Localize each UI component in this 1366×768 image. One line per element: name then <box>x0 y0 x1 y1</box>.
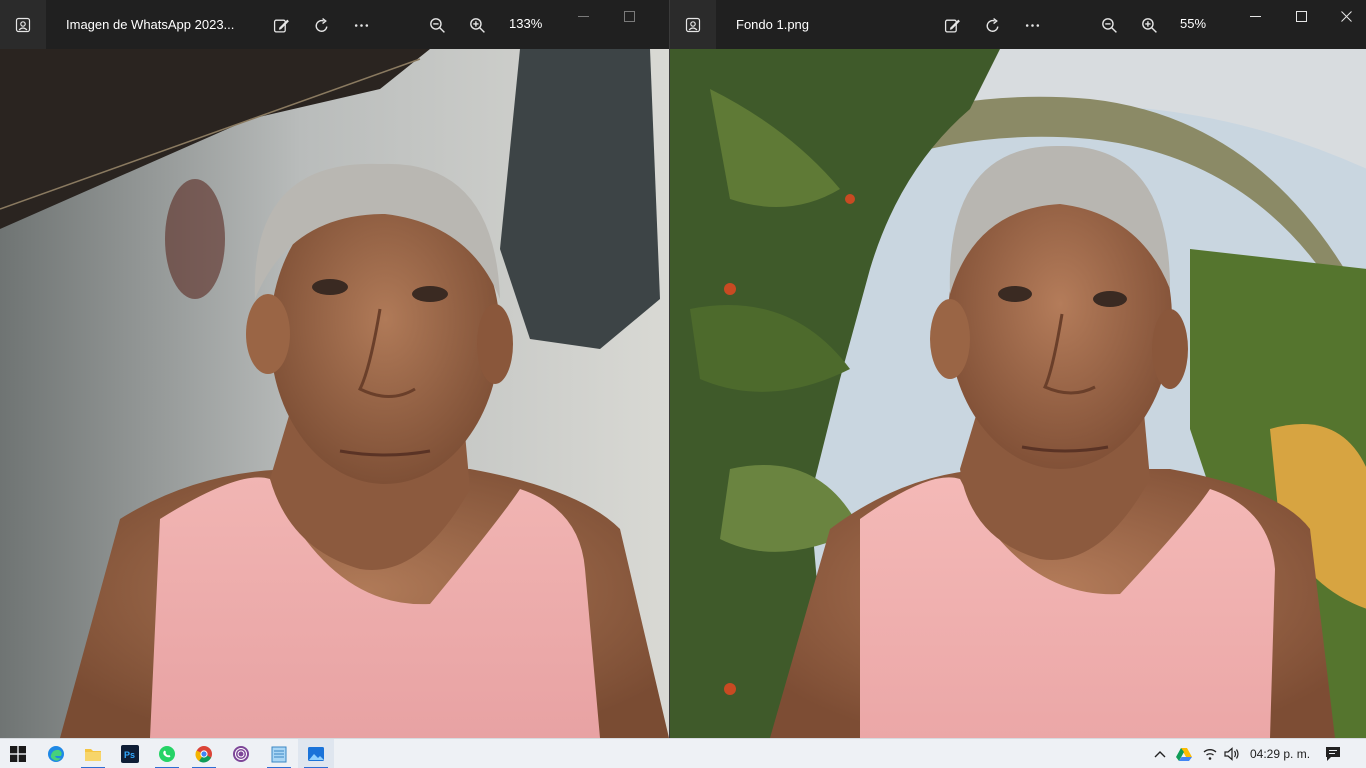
photo-viewer-window-right: Fondo 1.png 55% <box>669 0 1366 738</box>
google-drive-icon[interactable] <box>1173 739 1195 768</box>
image-icon <box>0 0 46 49</box>
zoom-in-icon[interactable] <box>1136 12 1162 38</box>
volume-icon[interactable] <box>1221 739 1243 768</box>
rotate-icon[interactable] <box>308 12 334 38</box>
more-icon[interactable] <box>348 12 374 38</box>
rotate-icon[interactable] <box>979 12 1005 38</box>
maximize-button[interactable] <box>606 0 652 33</box>
image-canvas <box>0 49 669 738</box>
photos-icon[interactable] <box>298 739 334 768</box>
whatsapp-icon[interactable] <box>149 739 185 768</box>
window-title: Imagen de WhatsApp 2023... <box>66 17 235 32</box>
window-title: Fondo 1.png <box>736 17 810 32</box>
tor-browser-icon[interactable] <box>223 739 259 768</box>
edit-icon[interactable] <box>939 12 965 38</box>
portrait-photo-composite <box>670 49 1366 738</box>
zoom-out-icon[interactable] <box>1096 12 1122 38</box>
maximize-button[interactable] <box>1278 0 1324 33</box>
system-clock[interactable]: 04:29 p. m. <box>1250 747 1310 761</box>
portrait-photo-original <box>0 49 669 738</box>
chrome-icon[interactable] <box>186 739 222 768</box>
file-explorer-icon[interactable] <box>75 739 111 768</box>
photo-viewer-window-left: Imagen de WhatsApp 2023... 133% <box>0 0 669 738</box>
zoom-level[interactable]: 133% <box>509 16 542 31</box>
notification-icon[interactable] <box>1322 739 1344 768</box>
svg-text:Ps: Ps <box>124 750 135 760</box>
wifi-icon[interactable] <box>1199 739 1221 768</box>
minimize-button[interactable] <box>560 0 606 33</box>
taskbar: Ps 04:29 p. m. <box>0 738 1366 768</box>
image-canvas <box>670 49 1366 738</box>
close-button[interactable] <box>1323 0 1366 33</box>
zoom-out-icon[interactable] <box>424 12 450 38</box>
zoom-level[interactable]: 55% <box>1180 16 1206 31</box>
edit-icon[interactable] <box>268 12 294 38</box>
chevron-up-icon[interactable] <box>1150 739 1170 768</box>
zoom-in-icon[interactable] <box>464 12 490 38</box>
notepad-icon[interactable] <box>261 739 297 768</box>
minimize-button[interactable] <box>1232 0 1278 33</box>
image-icon <box>670 0 716 49</box>
edge-icon[interactable] <box>38 739 74 768</box>
photoshop-icon[interactable]: Ps <box>112 739 148 768</box>
windows-start-icon[interactable] <box>0 739 36 768</box>
more-icon[interactable] <box>1019 12 1045 38</box>
